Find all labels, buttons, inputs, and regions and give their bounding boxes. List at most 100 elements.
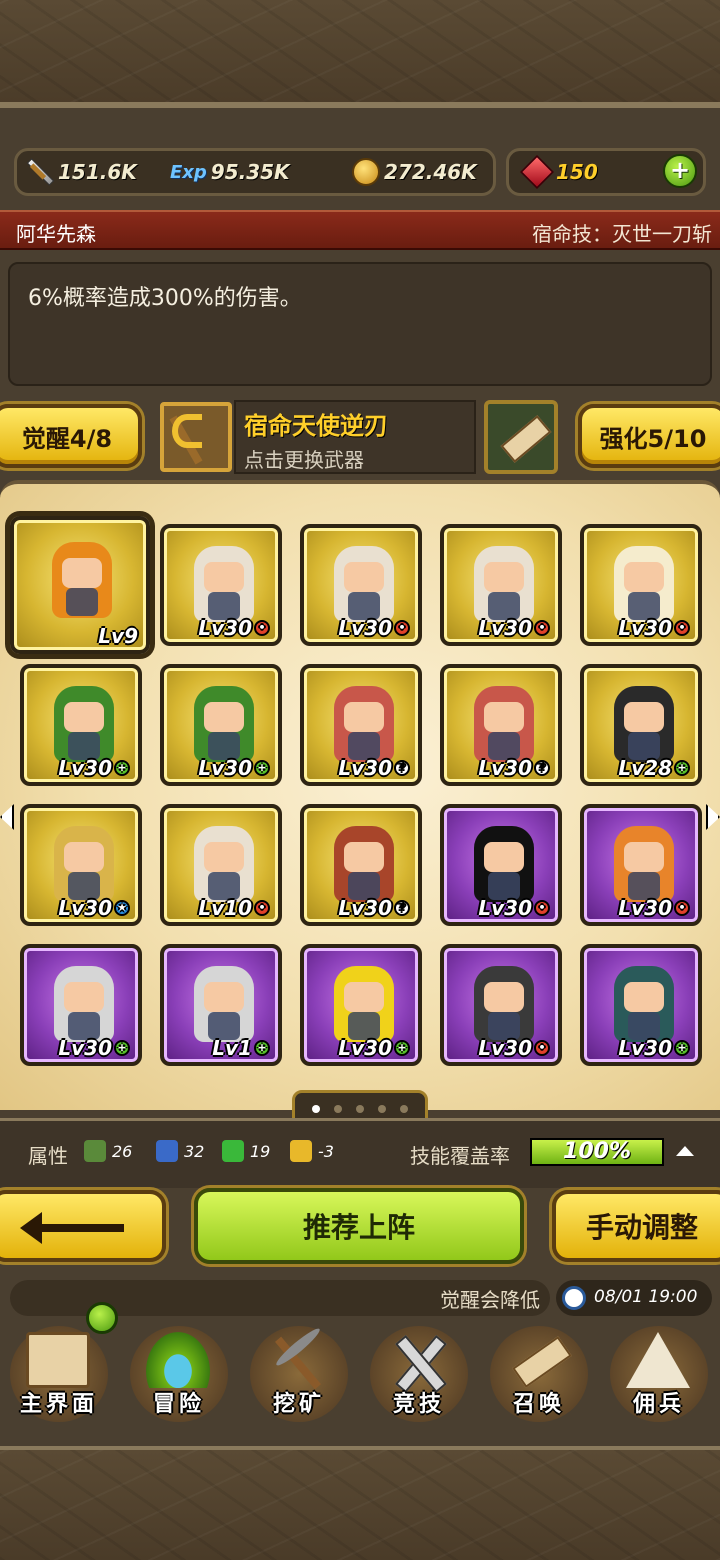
map-background-top [0,0,720,110]
hero-portrait [334,686,394,762]
fire-icon: • [534,1040,550,1056]
upgrade-plus-icon: + [254,1040,270,1056]
back-button[interactable] [0,1190,166,1262]
change-weapon-hint: 点击更换武器 [244,448,364,472]
exp-value: 95.35K [210,160,290,184]
hero-portrait [54,966,114,1042]
hero-card[interactable]: Lv1 + [160,944,282,1066]
hero-card[interactable]: Lv30 ★ [20,804,142,926]
hero-level: Lv30 • [618,616,690,640]
page-dot[interactable] [356,1105,364,1113]
hero-card[interactable]: Lv30 • [440,524,562,646]
nav-main[interactable]: 主界面 [4,1318,114,1424]
hero-card[interactable]: Lv30? [300,804,422,926]
hero-card[interactable]: Lv30 + [580,944,702,1066]
page-dot[interactable] [312,1105,320,1113]
hero-card[interactable]: Lv30 • [580,524,702,646]
nav-arena-label: 竞技 [392,1392,445,1417]
skill-coverage-bar: 100% [530,1138,664,1166]
skill-coverage-value: 100% [563,1139,631,1164]
hero-portrait [474,546,534,622]
question-icon: ? [394,760,410,776]
page-dot[interactable] [334,1105,342,1113]
ticker-text: 觉醒会降低 [440,1288,540,1312]
hero-card[interactable]: Lv30 • [580,804,702,926]
strengthen-button[interactable]: 强化5/10 [578,404,720,468]
hero-level: Lv30? [338,896,410,920]
hero-portrait [474,686,534,762]
hero-level-text: Lv30 [338,616,392,640]
hero-level-text: Lv30 [338,1036,392,1060]
page-dot[interactable] [378,1105,386,1113]
hero-portrait [474,826,534,902]
gold-resource: 272.46K [352,154,477,190]
hero-level-text: Lv28 [618,756,672,780]
hero-card[interactable]: Lv30 + [20,664,142,786]
hero-level: Lv9 [98,624,138,648]
nav-arena[interactable]: 竞技 [364,1318,474,1424]
hero-card[interactable]: Lv30? [300,664,422,786]
page-dot[interactable] [400,1105,408,1113]
hero-card[interactable]: Lv30 + [300,944,422,1066]
attribute-label: 属性 [28,1144,68,1168]
hero-portrait [194,686,254,762]
nav-adventure[interactable]: 冒险 [124,1318,234,1424]
crown-icon [290,1140,312,1162]
destiny-skill-name: 宿命技：灭世一刀斩 [532,222,712,246]
attribute-1-value: 26 [112,1141,133,1161]
hero-card[interactable]: Lv30 • [300,524,422,646]
hero-card[interactable]: Lv10 • [160,804,282,926]
fire-icon: • [254,620,270,636]
upgrade-plus-icon: + [674,1040,690,1056]
skill-coverage-label: 技能覆盖率 [410,1144,510,1168]
hero-portrait [334,826,394,902]
hero-level-text: Lv30 [478,1036,532,1060]
hero-card[interactable]: Lv28 + [580,664,702,786]
hero-level: Lv10 • [198,896,270,920]
exp-icon: Exp [170,161,207,183]
upgrade-plus-icon: + [394,1040,410,1056]
hammer-icon [222,1140,244,1162]
fire-icon: • [254,900,270,916]
hero-level: Lv30? [478,756,550,780]
nav-summon[interactable]: 召唤 [484,1318,594,1424]
recommend-deploy-button[interactable]: 推荐上阵 [194,1188,524,1264]
weapon-name: 宿命天使逆刃 [244,412,388,440]
hero-level-text: Lv30 [58,1036,112,1060]
crossed-swords-icon [386,1332,450,1394]
gem-resource: 150 [520,154,598,190]
map-scroll-icon [26,1332,90,1388]
upgrade-plus-icon: + [254,760,270,776]
hero-level: Lv30 + [198,756,270,780]
nav-mining[interactable]: 挖矿 [244,1318,354,1424]
hero-portrait [54,686,114,762]
hero-card[interactable]: Lv9 [10,516,150,654]
hero-level: Lv30 ★ [58,896,130,920]
hero-portrait [614,966,674,1042]
nav-mercenary[interactable]: 佣兵 [604,1318,714,1424]
scroll-icon[interactable] [484,400,558,474]
attack-resource: 151.6K [24,154,137,190]
manual-adjust-button[interactable]: 手动调整 [552,1190,720,1262]
add-gems-button[interactable]: + [663,154,697,188]
hero-card[interactable]: Lv30 • [160,524,282,646]
hero-card[interactable]: Lv30 • [440,944,562,1066]
hero-card[interactable]: Lv30 + [160,664,282,786]
hero-card[interactable]: Lv30? [440,664,562,786]
notification-dot [86,1302,118,1334]
gold-coin-icon [352,158,380,186]
plant-icon [84,1140,106,1162]
hero-level-text: Lv30 [198,756,252,780]
hero-card[interactable]: Lv30 + [20,944,142,1066]
fire-icon: • [534,620,550,636]
awaken-button[interactable]: 觉醒4/8 [0,404,142,468]
hero-level: Lv30 • [478,896,550,920]
hero-card[interactable]: Lv30 • [440,804,562,926]
hero-level: Lv30 • [478,616,550,640]
clock-datetime: 08/01 19:00 [594,1287,698,1307]
hero-level: Lv1 + [212,1036,270,1060]
weapon-panel[interactable]: 宿命天使逆刃 点击更换武器 [234,400,476,474]
attribute-4: -3 [290,1140,334,1162]
expand-up-icon[interactable] [676,1146,694,1156]
weapon-scythe-icon[interactable] [160,402,232,472]
